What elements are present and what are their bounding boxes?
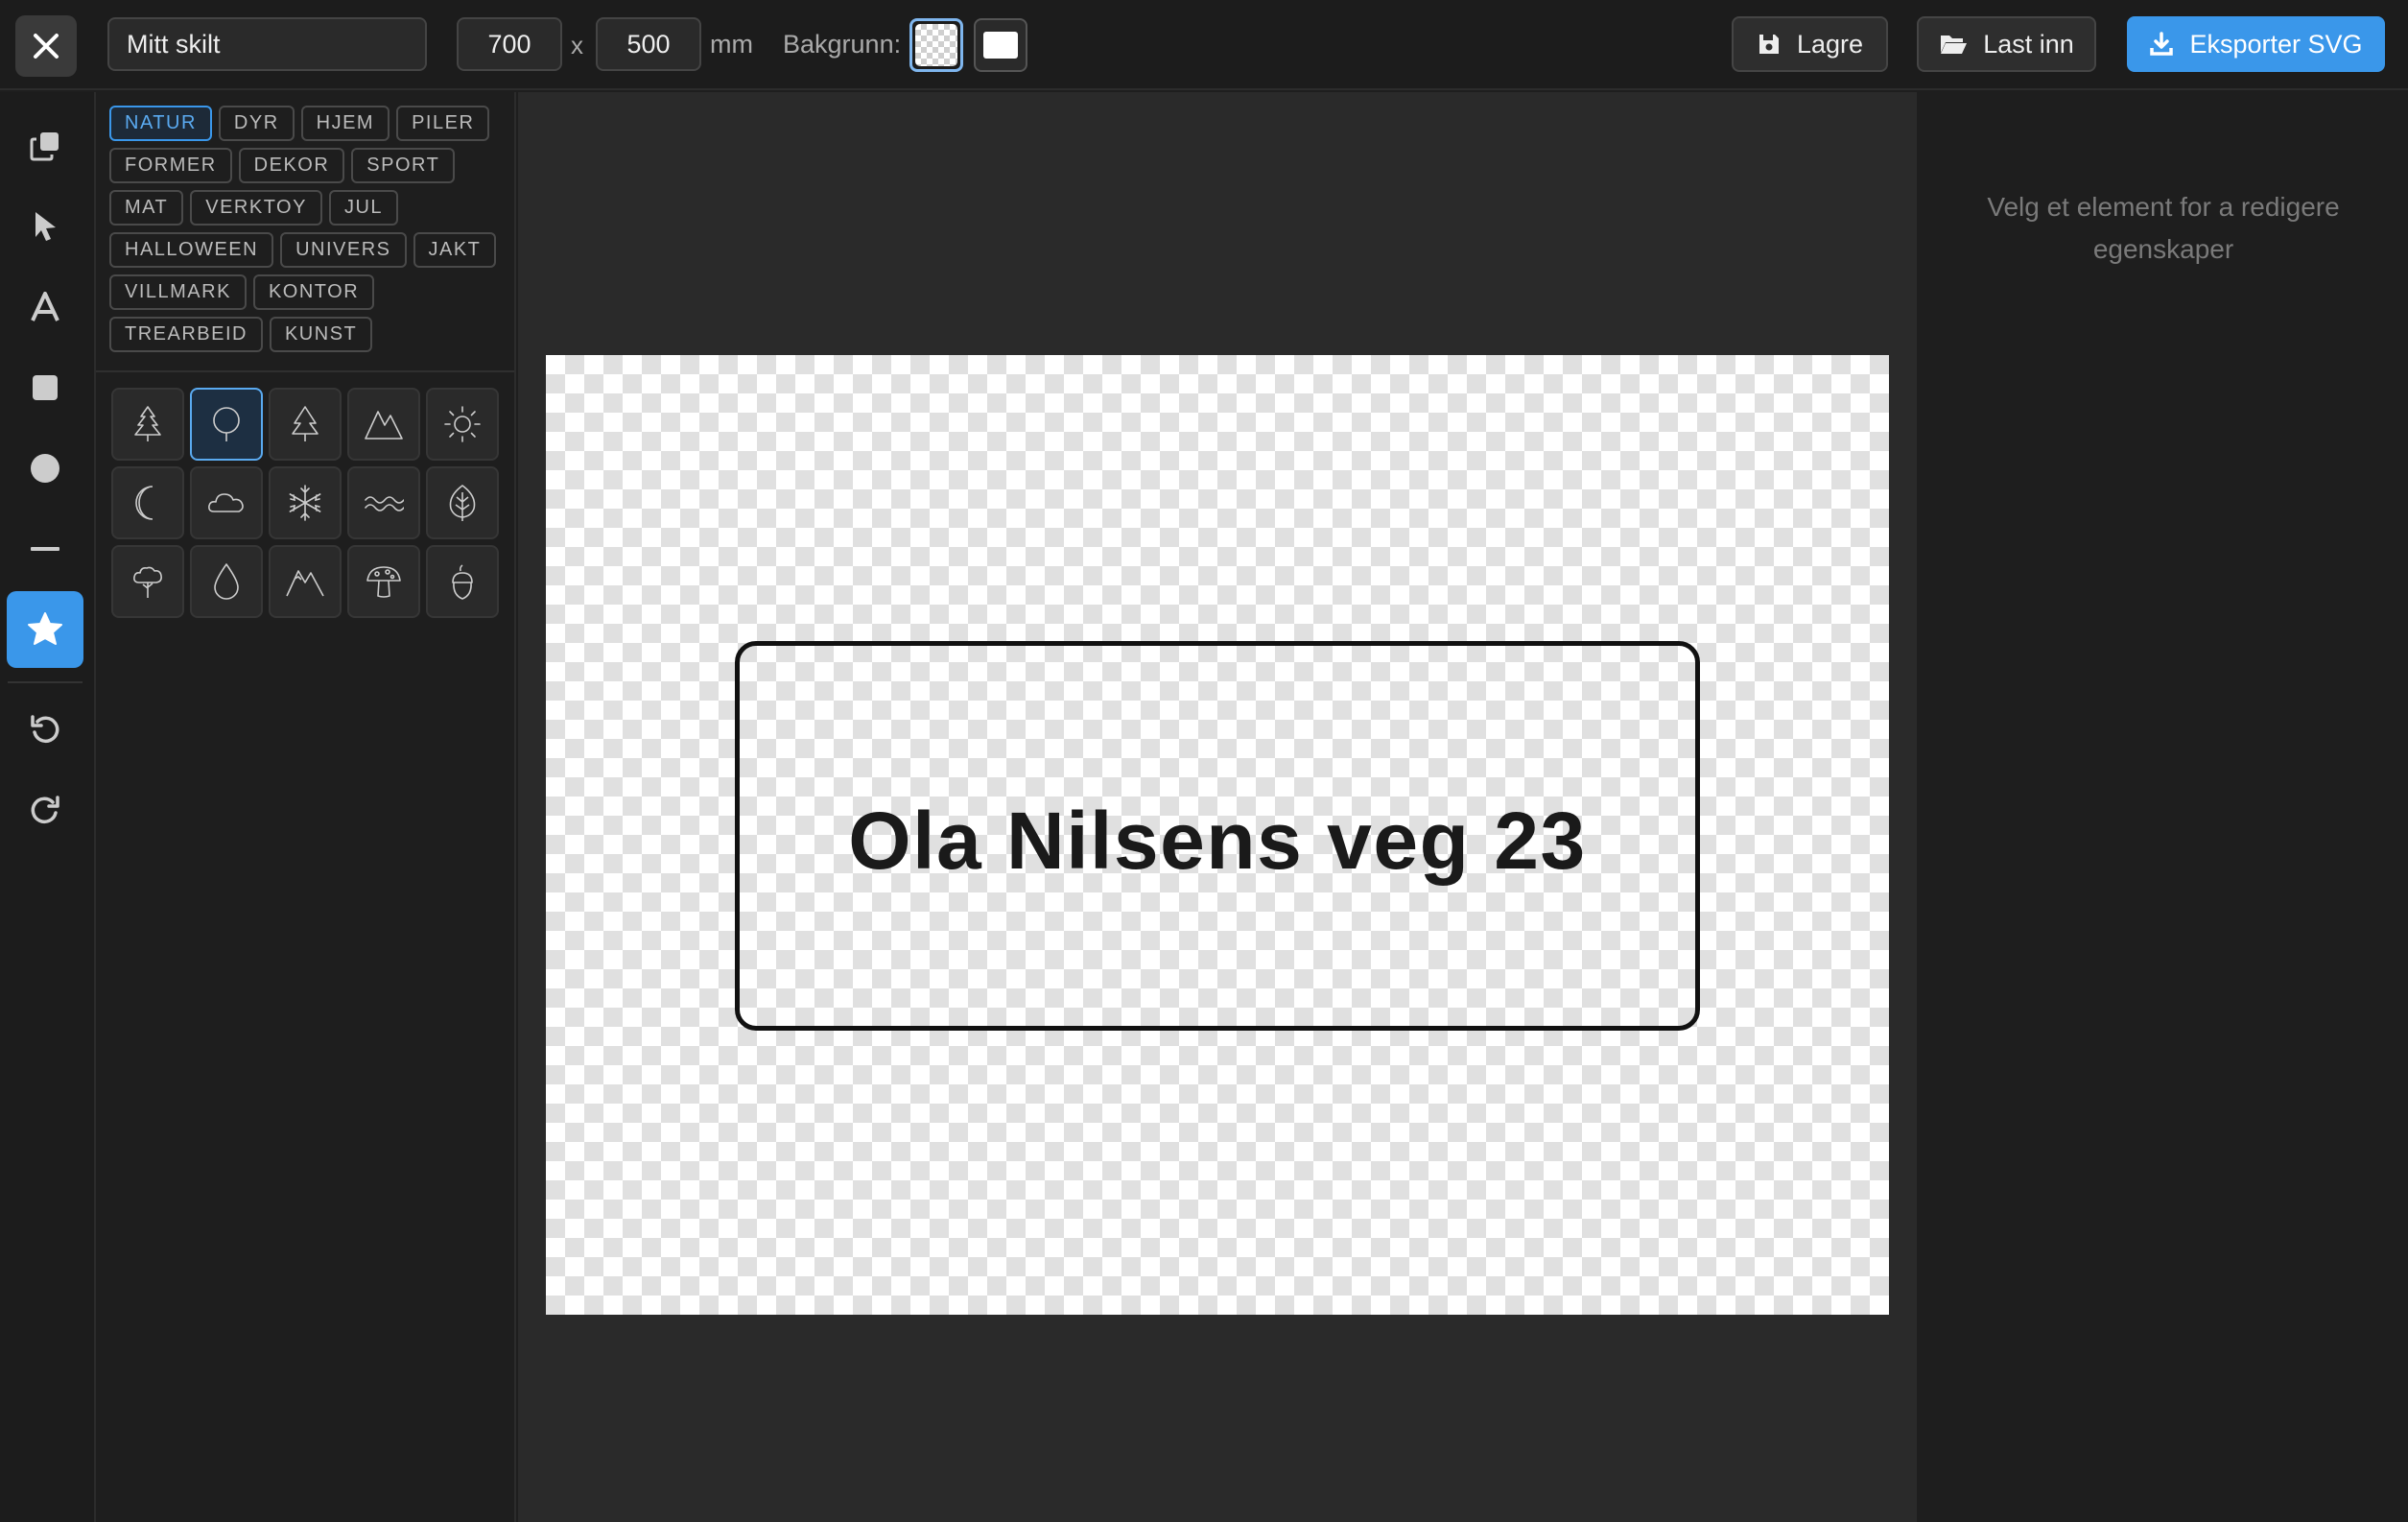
- circle-icon: [31, 454, 59, 483]
- tool-divider: [8, 681, 83, 683]
- category-trearbeid[interactable]: TREARBEID: [109, 317, 263, 352]
- load-button[interactable]: Last inn: [1917, 16, 2096, 72]
- background-transparent-swatch[interactable]: [909, 18, 963, 72]
- symbol-pine-tree[interactable]: [111, 388, 184, 461]
- symbol-mountain-peaks[interactable]: [269, 545, 342, 618]
- bush-icon: [133, 566, 162, 598]
- symbol-grid: [111, 388, 499, 618]
- category-piler[interactable]: PILER: [396, 106, 490, 141]
- background-label: Bakgrunn:: [783, 30, 902, 59]
- redo-button[interactable]: [7, 772, 83, 848]
- symbol-sun[interactable]: [426, 388, 499, 461]
- white-square-icon: [983, 32, 1018, 59]
- save-label: Lagre: [1796, 29, 1864, 59]
- symbol-leaf[interactable]: [426, 466, 499, 539]
- sign-editor-app: x mm Bakgrunn: Lagre Last inn Eksporter …: [0, 0, 2408, 1522]
- redo-icon: [31, 796, 59, 824]
- symbol-deciduous-tree[interactable]: [190, 388, 263, 461]
- pine-tree-icon: [134, 406, 161, 441]
- canvas-workspace: Ola Nilsens veg 23: [518, 92, 1917, 1522]
- width-input[interactable]: [457, 17, 562, 71]
- snowflake-icon: [289, 485, 321, 521]
- height-input[interactable]: [596, 17, 701, 71]
- text-icon: [31, 292, 59, 321]
- symbol-acorn[interactable]: [426, 545, 499, 618]
- load-label: Last inn: [1983, 29, 2074, 59]
- tool-bar: [0, 92, 96, 1522]
- cloud-icon: [208, 493, 244, 512]
- leaf-icon: [449, 485, 476, 521]
- symbol-bush[interactable]: [111, 545, 184, 618]
- symbol-mountain[interactable]: [347, 388, 420, 461]
- properties-empty-hint: Velg et element for a redigere egenskape…: [1987, 192, 2340, 264]
- category-hjem[interactable]: HJEM: [300, 106, 390, 141]
- mountain-peaks-icon: [286, 570, 324, 597]
- acorn-icon: [452, 564, 473, 600]
- dimension-unit: mm: [710, 30, 753, 59]
- mushroom-icon: [366, 566, 401, 598]
- star-icon: [28, 612, 62, 645]
- close-icon: [34, 34, 59, 59]
- download-icon: [2150, 32, 2174, 56]
- background-white-swatch[interactable]: [974, 18, 1027, 72]
- spruce-icon: [292, 406, 319, 441]
- line-icon: [31, 547, 59, 551]
- symbol-tool[interactable]: [7, 591, 83, 668]
- undo-button[interactable]: [7, 691, 83, 768]
- moon-icon: [135, 486, 153, 520]
- category-univers[interactable]: UNIVERS: [280, 232, 407, 268]
- category-villmark[interactable]: VILLMARK: [109, 274, 247, 310]
- properties-panel: Velg et element for a redigere egenskape…: [1919, 92, 2408, 1522]
- export-label: Eksporter SVG: [2189, 29, 2363, 59]
- select-icon: [35, 212, 56, 241]
- duplicate-tool[interactable]: [7, 107, 83, 184]
- rectangle-tool[interactable]: [7, 349, 83, 426]
- export-svg-button[interactable]: Eksporter SVG: [2127, 16, 2385, 72]
- library-divider: [96, 370, 514, 372]
- wave-icon: [365, 496, 404, 511]
- line-tool[interactable]: [7, 511, 83, 587]
- symbol-library-panel: NATUR DYR HJEM PILER FORMER DEKOR SPORT …: [96, 92, 516, 1522]
- checkerboard-icon: [915, 24, 957, 66]
- text-tool[interactable]: [7, 269, 83, 345]
- circle-tool[interactable]: [7, 430, 83, 507]
- floppy-disk-icon: [1759, 35, 1779, 54]
- deciduous-tree-icon: [213, 407, 240, 441]
- category-natur[interactable]: NATUR: [109, 106, 212, 141]
- symbol-snowflake[interactable]: [269, 466, 342, 539]
- water-drop-icon: [214, 563, 239, 600]
- category-halloween[interactable]: HALLOWEEN: [109, 232, 274, 268]
- select-tool[interactable]: [7, 188, 83, 265]
- category-dekor[interactable]: DEKOR: [238, 148, 345, 183]
- sun-icon: [444, 406, 481, 442]
- symbol-moon[interactable]: [111, 466, 184, 539]
- folder-open-icon: [1941, 36, 1968, 54]
- category-jul[interactable]: JUL: [328, 190, 399, 226]
- top-bar: x mm Bakgrunn: Lagre Last inn Eksporter …: [0, 0, 2408, 90]
- symbol-mushroom[interactable]: [347, 545, 420, 618]
- symbol-wave[interactable]: [347, 466, 420, 539]
- symbol-water-drop[interactable]: [190, 545, 263, 618]
- category-kunst[interactable]: KUNST: [269, 317, 373, 352]
- category-sport[interactable]: SPORT: [351, 148, 456, 183]
- category-verktoy[interactable]: VERKTOY: [190, 190, 322, 226]
- rectangle-icon: [33, 375, 58, 400]
- duplicate-icon: [30, 132, 59, 161]
- undo-icon: [31, 715, 59, 744]
- close-button[interactable]: [15, 15, 77, 77]
- symbol-spruce[interactable]: [269, 388, 342, 461]
- symbol-cloud[interactable]: [190, 466, 263, 539]
- mountain-icon: [365, 411, 403, 440]
- sign-artboard[interactable]: Ola Nilsens veg 23: [546, 355, 1889, 1315]
- category-jakt[interactable]: JAKT: [413, 232, 497, 268]
- sign-text[interactable]: Ola Nilsens veg 23: [735, 795, 1700, 888]
- category-list: NATUR DYR HJEM PILER FORMER DEKOR SPORT …: [109, 106, 503, 352]
- sign-name-input[interactable]: [107, 17, 427, 71]
- dimension-separator: x: [571, 31, 583, 59]
- category-kontor[interactable]: KONTOR: [252, 274, 375, 310]
- category-mat[interactable]: MAT: [109, 190, 184, 226]
- save-button[interactable]: Lagre: [1732, 16, 1888, 72]
- category-former[interactable]: FORMER: [109, 148, 232, 183]
- category-dyr[interactable]: DYR: [218, 106, 295, 141]
